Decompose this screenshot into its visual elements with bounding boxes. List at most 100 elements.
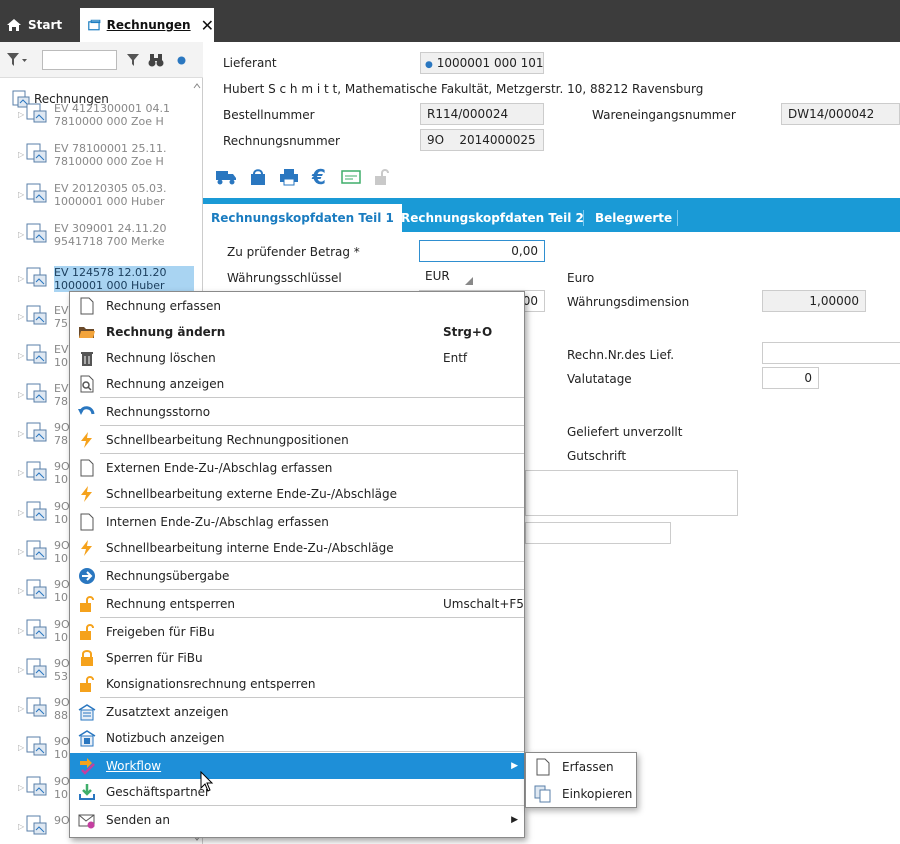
rechn-nr-lief-input[interactable] (762, 342, 900, 364)
tab-rechnungen-label: Rechnungen (106, 18, 191, 32)
expand-arrow-icon[interactable]: ▷ (18, 741, 24, 754)
notebook-icon (78, 730, 96, 747)
text-area[interactable] (525, 470, 738, 516)
menu-item-rechnung-aendern[interactable]: Rechnung ändern Strg+O (70, 319, 524, 345)
expand-arrow-icon[interactable]: ▷ (18, 702, 24, 715)
submenu-item-erfassen[interactable]: Erfassen (526, 754, 636, 780)
valutatage-input[interactable]: 0 (762, 367, 819, 389)
expand-arrow-icon[interactable]: ▷ (18, 624, 24, 637)
expand-arrow-icon[interactable]: ▷ (18, 148, 24, 161)
menu-item-zusatztext[interactable]: Zusatztext anzeigen (70, 699, 524, 725)
menu-item-rechnung-anzeigen[interactable]: Rechnung anzeigen (70, 371, 524, 397)
menu-item-intern-erfassen[interactable]: Internen Ende-Zu-/Abschlag erfassen (70, 509, 524, 535)
top-tab-bar: Start Rechnungen ✕ (0, 0, 900, 42)
tab-separator (677, 210, 678, 226)
truck-icon[interactable] (215, 168, 237, 186)
tree-item-text: EV 124578 12.01.20 1000001 000 Huber (54, 266, 194, 292)
menu-item-rechnungsstorno[interactable]: Rechnungsstorno (70, 399, 524, 425)
filter-input[interactable] (42, 50, 117, 70)
binoculars-icon[interactable] (148, 52, 164, 68)
invoice-icon (26, 344, 47, 364)
expand-arrow-icon[interactable]: ▷ (18, 781, 24, 794)
expand-arrow-icon[interactable]: ▷ (18, 584, 24, 597)
bestellnummer-field[interactable]: R114/000024 (420, 103, 544, 125)
expand-arrow-icon[interactable]: ▷ (18, 228, 24, 241)
trash-icon (81, 352, 93, 366)
menu-item-workflow[interactable]: Workflow ▶ (70, 753, 524, 779)
menu-separator (100, 453, 524, 454)
menu-separator (100, 507, 524, 508)
unlock-icon[interactable] (373, 168, 391, 186)
expand-arrow-icon[interactable]: ▷ (18, 506, 24, 519)
undo-icon (78, 406, 95, 415)
menu-item-senden-an[interactable]: Senden an ▶ (70, 807, 524, 833)
menu-item-schnell-extern[interactable]: Schnellbearbeitung externe Ende-Zu-/Absc… (70, 481, 524, 507)
geliefert-label: Geliefert unverzollt (567, 425, 683, 439)
tab-start[interactable]: Start (6, 8, 62, 42)
invoice-icon (26, 183, 47, 203)
expand-arrow-icon[interactable]: ▷ (18, 427, 24, 440)
dimension-field[interactable]: 1,00000 (762, 290, 866, 312)
expand-arrow-icon[interactable]: ▷ (18, 820, 24, 833)
tab-belegwerte[interactable]: Belegwerte (587, 204, 680, 232)
menu-separator (100, 561, 524, 562)
menu-item-rechnung-erfassen[interactable]: Rechnung erfassen (70, 293, 524, 319)
gutschrift-label: Gutschrift (567, 449, 627, 463)
invoice-icon (26, 305, 47, 325)
menu-item-extern-erfassen[interactable]: Externen Ende-Zu-/Abschlag erfassen (70, 455, 524, 481)
menu-item-rechnungsuebergabe[interactable]: Rechnungsübergabe (70, 563, 524, 589)
lightning-icon (81, 432, 92, 448)
expand-arrow-icon[interactable]: ▷ (18, 388, 24, 401)
menu-item-freigeben-fibu[interactable]: Freigeben für FiBu (70, 619, 524, 645)
unlock-icon (80, 596, 94, 612)
tab-rechnungen[interactable]: Rechnungen ✕ (80, 8, 214, 42)
mouse-cursor-icon (200, 771, 214, 792)
expand-arrow-icon[interactable]: ▷ (18, 108, 24, 121)
menu-separator (100, 697, 524, 698)
menu-item-rechnung-loeschen[interactable]: Rechnung löschen Entf (70, 345, 524, 371)
arrow-right-circle-icon (79, 568, 95, 584)
filter-dropdown-icon[interactable] (6, 52, 28, 68)
menu-item-sperren-fibu[interactable]: Sperren für FiBu (70, 645, 524, 671)
shopping-bag-icon[interactable] (249, 168, 267, 186)
menu-item-notizbuch[interactable]: Notizbuch anzeigen (70, 725, 524, 751)
tab-kopfdaten-1[interactable]: Rechnungskopfdaten Teil 1 (203, 204, 402, 232)
lightning-icon (81, 486, 92, 502)
menu-item-rechnung-entsperren[interactable]: Rechnung entsperren Umschalt+F5 (70, 591, 524, 617)
dimension-label: Währungsdimension (567, 295, 690, 309)
lieferant-field[interactable]: ● 1000001 000 101 (420, 52, 544, 74)
submenu-arrow-icon: ▶ (511, 761, 518, 771)
menu-item-konsignation-entsperren[interactable]: Konsignationsrechnung entsperren (70, 671, 524, 697)
dot-icon[interactable] (177, 56, 186, 65)
invoice-icon (26, 579, 47, 599)
copy-icon (534, 785, 551, 803)
page-icon (536, 758, 550, 776)
filter-icon[interactable] (126, 53, 140, 67)
card-icon[interactable] (341, 169, 361, 185)
printer-icon[interactable] (279, 168, 299, 186)
invoice-icon (26, 501, 47, 521)
workflow-submenu: Erfassen Einkopieren (525, 752, 637, 808)
rechnungsnummer-field[interactable]: 9O 2014000025 (420, 129, 544, 151)
waehrung-select[interactable]: EUR (419, 266, 477, 288)
euro-icon[interactable]: € (311, 168, 329, 186)
expand-arrow-icon[interactable]: ▷ (18, 349, 24, 362)
expand-arrow-icon[interactable]: ▷ (18, 310, 24, 323)
betrag-input[interactable]: 0,00 (419, 240, 545, 262)
submenu-item-einkopieren[interactable]: Einkopieren (526, 781, 636, 807)
menu-item-schnell-positionen[interactable]: Schnellbearbeitung Rechnungpositionen (70, 427, 524, 453)
close-icon[interactable]: ✕ (201, 16, 214, 35)
tab-kopfdaten-2[interactable]: Rechnungskopfdaten Teil 2 (393, 204, 592, 232)
invoice-icon (26, 619, 47, 639)
wareneingang-field[interactable]: DW14/000042 (781, 103, 900, 125)
expand-arrow-icon[interactable]: ▷ (18, 545, 24, 558)
dropdown-corner-icon (465, 277, 473, 285)
submenu-arrow-icon: ▶ (511, 815, 518, 825)
expand-arrow-icon[interactable]: ▷ (18, 188, 24, 201)
expand-arrow-icon[interactable]: ▷ (18, 272, 24, 285)
menu-item-geschaeftspartner[interactable]: Geschäftspartner (70, 779, 524, 805)
expand-arrow-icon[interactable]: ▷ (18, 466, 24, 479)
extra-input[interactable] (525, 522, 671, 544)
menu-item-schnell-intern[interactable]: Schnellbearbeitung interne Ende-Zu-/Absc… (70, 535, 524, 561)
expand-arrow-icon[interactable]: ▷ (18, 663, 24, 676)
